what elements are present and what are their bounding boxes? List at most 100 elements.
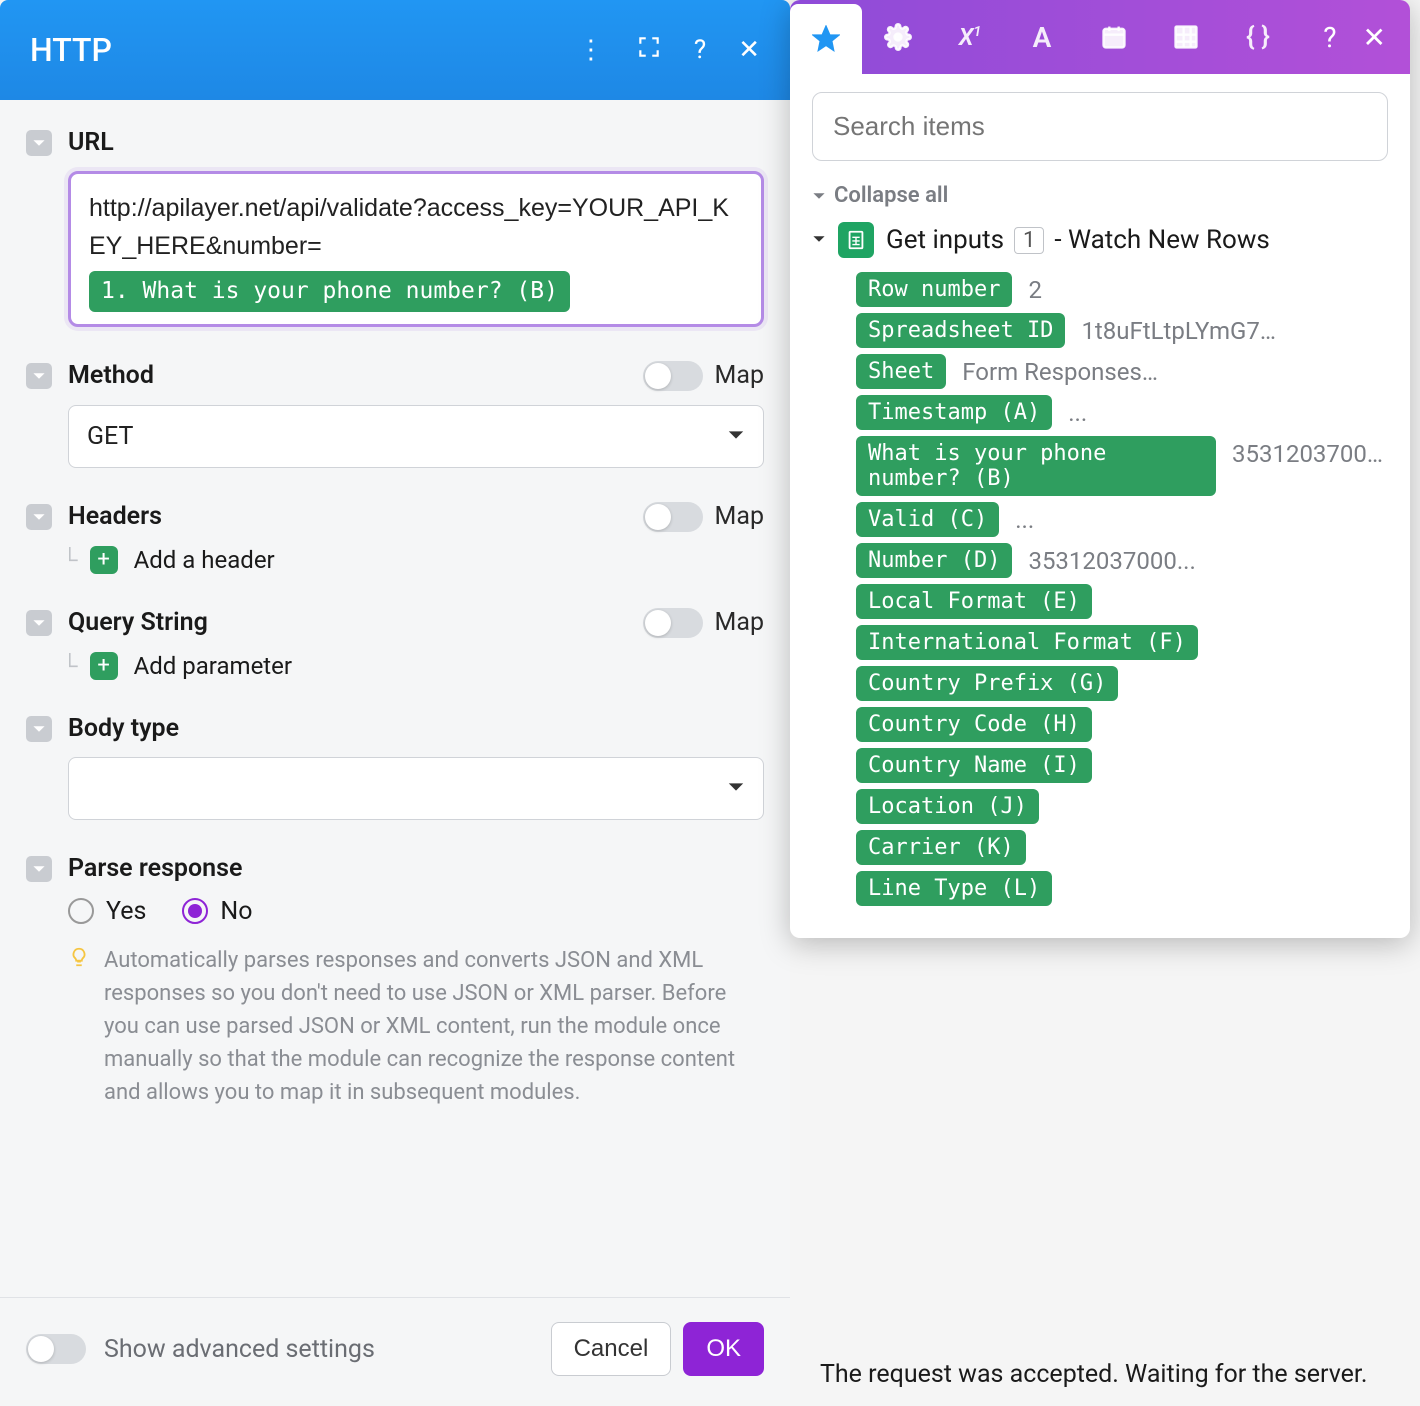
field-pill[interactable]: Valid (C) (856, 502, 999, 537)
close-icon[interactable]: ✕ (738, 35, 760, 65)
method-map-label: Map (715, 361, 764, 390)
field-row: Country Name (I) (856, 748, 1388, 783)
module-node[interactable]: Get inputs 1 - Watch New Rows (812, 222, 1388, 258)
field-row: Spreadsheet ID 1t8uFtLtpLYmG7_kYOVaZX-E5a… (856, 313, 1388, 348)
cancel-button[interactable]: Cancel (551, 1322, 672, 1376)
parse-no-radio[interactable]: No (182, 897, 252, 926)
radio-selected-icon (182, 898, 208, 924)
field-row: Line Type (L) (856, 871, 1388, 906)
collapse-query-icon[interactable] (26, 610, 52, 636)
mapping-panel: X1 A { } ? ✕ Collapse all (790, 0, 1410, 938)
section-parse: Parse response Yes No Automaticall (0, 854, 790, 1143)
tab-text[interactable]: A (1006, 0, 1078, 74)
body-type-select[interactable] (68, 757, 764, 820)
field-row: Row number 2 (856, 272, 1388, 307)
url-mapped-pill[interactable]: 1. What is your phone number? (B) (89, 271, 570, 312)
field-row: Sheet Form Responses 1... (856, 354, 1388, 389)
field-value: 35312037000... (1232, 436, 1388, 468)
expand-icon[interactable] (636, 34, 662, 67)
url-text: http://apilayer.net/api/validate?access_… (89, 194, 729, 260)
parse-hint: Automatically parses responses and conve… (104, 944, 764, 1109)
field-pill[interactable]: Carrier (K) (856, 830, 1026, 865)
help-icon[interactable]: ? (1323, 21, 1336, 54)
field-pill[interactable]: International Format (F) (856, 625, 1198, 660)
parse-yes-label: Yes (106, 897, 146, 926)
mapping-body: Collapse all Get inputs 1 - Watch New Ro… (790, 74, 1410, 938)
field-pill[interactable]: Sheet (856, 354, 946, 389)
show-advanced-toggle[interactable] (26, 1334, 86, 1364)
method-label: Method (68, 361, 154, 390)
field-pill[interactable]: What is your phone number? (B) (856, 436, 1216, 496)
field-value: ... (1068, 395, 1087, 427)
section-url: URL http://apilayer.net/api/validate?acc… (0, 128, 790, 361)
module-badge: 1 (1014, 227, 1044, 254)
collapse-all-button[interactable]: Collapse all (812, 183, 1388, 208)
close-icon[interactable]: ✕ (1363, 21, 1386, 54)
field-value: 2 (1028, 272, 1042, 304)
headers-label: Headers (68, 502, 162, 531)
more-vert-icon[interactable]: ⋮ (578, 35, 604, 65)
query-map-label: Map (715, 608, 764, 637)
module-suffix: - Watch New Rows (1054, 225, 1269, 255)
add-header-label: Add a header (134, 546, 275, 574)
field-pill[interactable]: Location (J) (856, 789, 1039, 824)
field-pill[interactable]: Spreadsheet ID (856, 313, 1065, 348)
http-header-actions: ⋮ ? ✕ (578, 34, 760, 67)
method-map-toggle[interactable] (643, 361, 703, 391)
collapse-all-label: Collapse all (834, 183, 948, 208)
chevron-down-icon (727, 422, 745, 451)
http-footer: Show advanced settings Cancel OK (0, 1297, 790, 1400)
headers-map-label: Map (715, 502, 764, 531)
chevron-down-icon (727, 774, 745, 803)
radio-icon (68, 898, 94, 924)
tab-json[interactable]: { } (1222, 0, 1294, 74)
parse-label: Parse response (68, 854, 764, 883)
url-input[interactable]: http://apilayer.net/api/validate?access_… (68, 171, 764, 327)
tree-line-icon: └ (62, 653, 78, 679)
field-value: 1t8uFtLtpLYmG7_kYOVaZX-E5aYA8p (1081, 313, 1281, 345)
http-config-panel: HTTP ⋮ ? ✕ URL http://apilayer.net/api/v… (0, 0, 790, 1400)
field-row: Number (D) 35312037000... (856, 543, 1388, 578)
add-parameter-button[interactable]: + (90, 652, 118, 680)
field-pill[interactable]: Line Type (L) (856, 871, 1052, 906)
ok-button[interactable]: OK (683, 1322, 764, 1376)
method-value: GET (87, 422, 133, 451)
field-value: 35312037000... (1028, 543, 1195, 575)
collapse-url-icon[interactable] (26, 130, 52, 156)
field-pill[interactable]: Row number (856, 272, 1012, 307)
field-value: ... (1015, 502, 1034, 534)
add-header-button[interactable]: + (90, 546, 118, 574)
parse-no-label: No (220, 897, 252, 926)
help-icon[interactable]: ? (694, 35, 706, 65)
field-row: Carrier (K) (856, 830, 1388, 865)
http-header: HTTP ⋮ ? ✕ (0, 0, 790, 100)
field-value: Form Responses 1... (962, 354, 1162, 386)
section-method: Method Map GET (0, 361, 790, 502)
tab-date[interactable] (1078, 0, 1150, 74)
field-row: Location (J) (856, 789, 1388, 824)
method-select[interactable]: GET (68, 405, 764, 468)
field-pill[interactable]: Country Prefix (G) (856, 666, 1118, 701)
field-row: What is your phone number? (B) 3531203700… (856, 436, 1388, 496)
field-pill[interactable]: Country Code (H) (856, 707, 1092, 742)
collapse-headers-icon[interactable] (26, 504, 52, 530)
parse-yes-radio[interactable]: Yes (68, 897, 146, 926)
field-row: Local Format (E) (856, 584, 1388, 619)
tab-settings[interactable] (862, 0, 934, 74)
headers-map-toggle[interactable] (643, 502, 703, 532)
collapse-body-icon[interactable] (26, 716, 52, 742)
field-pill[interactable]: Timestamp (A) (856, 395, 1052, 430)
url-label: URL (68, 128, 764, 157)
tab-array[interactable] (1150, 0, 1222, 74)
body-type-label: Body type (68, 714, 764, 743)
field-pill[interactable]: Country Name (I) (856, 748, 1092, 783)
field-pill[interactable]: Local Format (E) (856, 584, 1092, 619)
query-map-toggle[interactable] (643, 608, 703, 638)
collapse-parse-icon[interactable] (26, 856, 52, 882)
tab-star[interactable] (790, 4, 862, 74)
collapse-method-icon[interactable] (26, 363, 52, 389)
show-advanced-label: Show advanced settings (104, 1335, 375, 1364)
tab-math[interactable]: X1 (934, 0, 1006, 74)
field-pill[interactable]: Number (D) (856, 543, 1012, 578)
search-input[interactable] (812, 92, 1388, 161)
